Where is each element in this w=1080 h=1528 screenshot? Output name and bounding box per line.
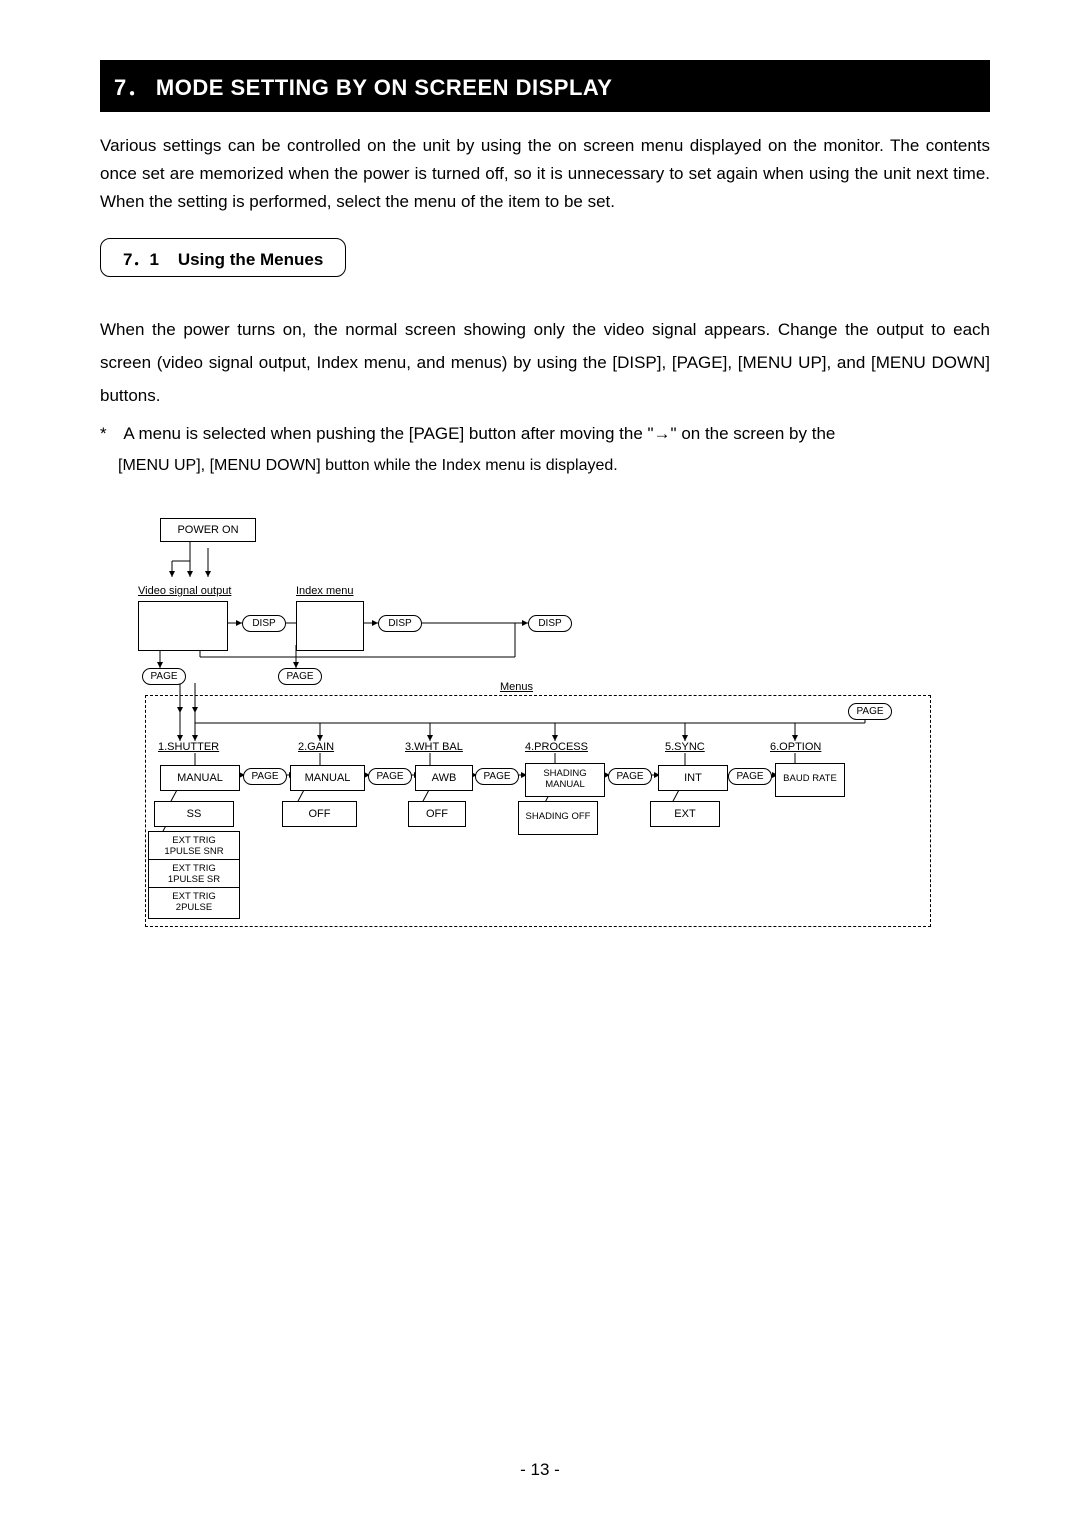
note-asterisk: * xyxy=(100,424,107,443)
opt-shutter-ss: SS xyxy=(154,801,234,827)
screen-video-output xyxy=(138,601,228,651)
section-title-text: MODE SETTING BY ON SCREEN DISPLAY xyxy=(156,75,613,100)
menu-header-5: 5.SYNC xyxy=(665,741,705,753)
node-power-on: POWER ON xyxy=(160,518,256,542)
menu-header-2: 2.GAIN xyxy=(298,741,334,753)
label-video-output: Video signal output xyxy=(138,585,231,597)
menu-header-4: 4.PROCESS xyxy=(525,741,588,753)
page-number: - 13 - xyxy=(0,1460,1080,1480)
pill-page-index: PAGE xyxy=(278,668,322,685)
pill-page-5: PAGE xyxy=(728,768,772,785)
opt-whtbal-awb: AWB xyxy=(415,765,473,791)
pill-page-3: PAGE xyxy=(475,768,519,785)
label-menus: Menus xyxy=(500,681,533,693)
note-text-cont: [MENU UP], [MENU DOWN] button while the … xyxy=(100,450,990,481)
opt-process-shading-manual: SHADING MANUAL xyxy=(525,763,605,797)
pill-page-4: PAGE xyxy=(608,768,652,785)
pill-page-right: PAGE xyxy=(848,703,892,720)
opt-gain-manual: MANUAL xyxy=(290,765,365,791)
menu-header-6: 6.OPTION xyxy=(770,741,821,753)
flow-diagram: POWER ON Video signal output Index menu … xyxy=(130,513,950,933)
intro-paragraph: Various settings can be controlled on th… xyxy=(100,132,990,216)
pill-disp-1: DISP xyxy=(242,615,286,632)
subsection-number: 7．1 xyxy=(123,250,159,269)
section-title: 7． MODE SETTING BY ON SCREEN DISPLAY xyxy=(100,60,990,112)
pill-page-2: PAGE xyxy=(368,768,412,785)
opt-sync-int: INT xyxy=(658,765,728,791)
section-number: 7． xyxy=(114,75,149,100)
subsection-title-box: 7．1 Using the Menues xyxy=(100,238,346,277)
opt-process-shading-off: SHADING OFF xyxy=(518,801,598,835)
pill-page-video: PAGE xyxy=(142,668,186,685)
opt-option-baud: BAUD RATE xyxy=(775,763,845,797)
opt-shutter-manual: MANUAL xyxy=(160,765,240,791)
menu-header-1: 1.SHUTTER xyxy=(158,741,219,753)
screen-index-menu xyxy=(296,601,364,651)
body-paragraph-1: When the power turns on, the normal scre… xyxy=(100,313,990,412)
note-text: A menu is selected when pushing the [PAG… xyxy=(123,424,835,443)
opt-sync-ext: EXT xyxy=(650,801,720,827)
note-paragraph: * A menu is selected when pushing the [P… xyxy=(100,417,990,450)
pill-disp-3: DISP xyxy=(528,615,572,632)
opt-gain-off: OFF xyxy=(282,801,357,827)
pill-disp-2: DISP xyxy=(378,615,422,632)
subsection-title-text: Using the Menues xyxy=(178,250,323,269)
opt-whtbal-off: OFF xyxy=(408,801,466,827)
pill-page-1: PAGE xyxy=(243,768,287,785)
label-index-menu: Index menu xyxy=(296,585,353,597)
opt-shutter-ext2: EXT TRIG 2PULSE xyxy=(148,887,240,919)
menu-header-3: 3.WHT BAL xyxy=(405,741,463,753)
